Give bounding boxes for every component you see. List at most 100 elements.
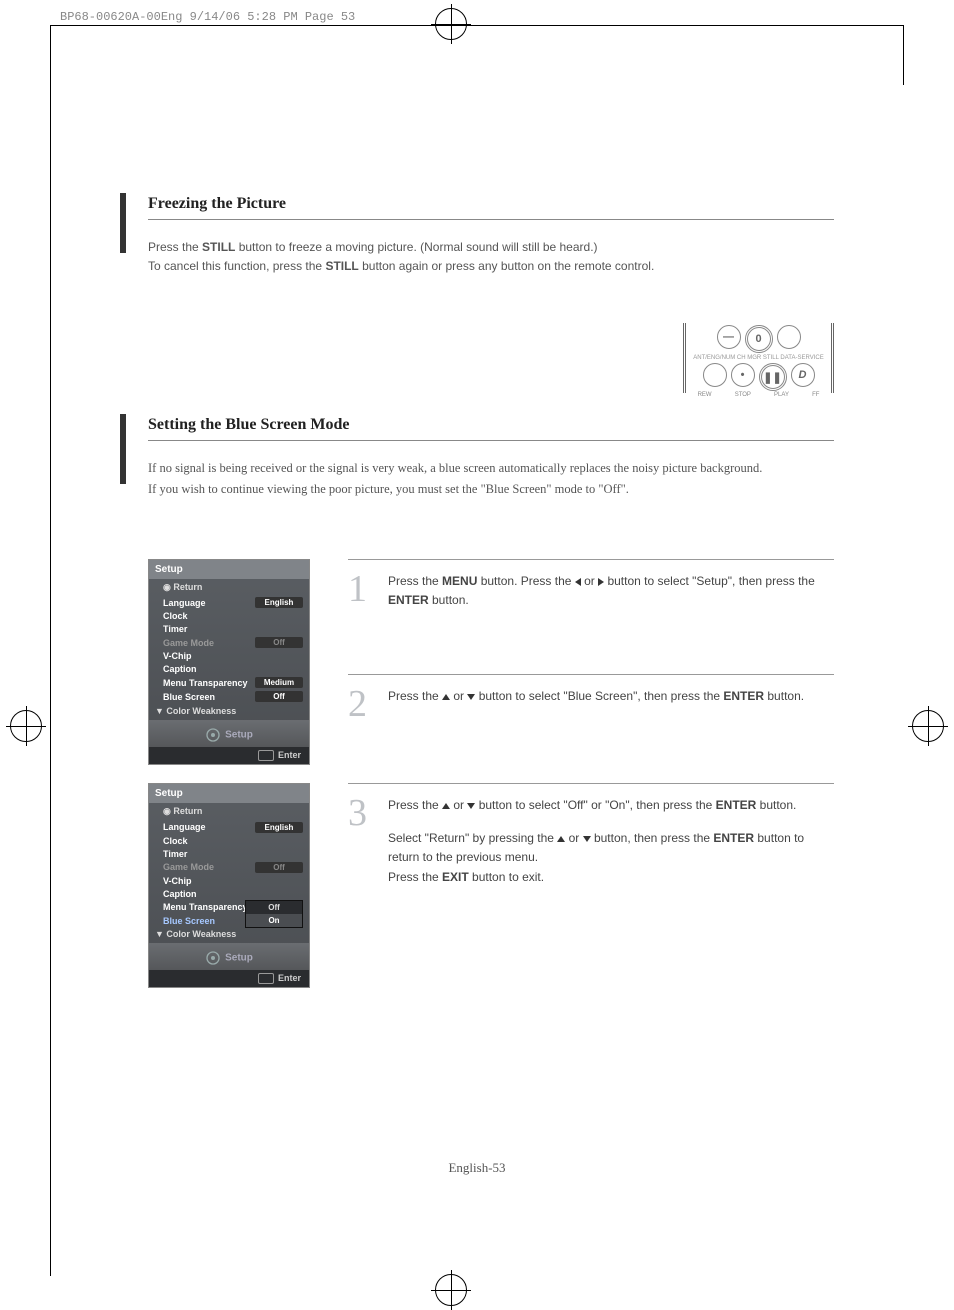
bold-still: STILL <box>325 259 358 273</box>
t: or <box>581 574 598 588</box>
step-number: 1 <box>348 572 374 624</box>
remote-diagram: — 0 ANT/ENG/NUM CH MGR STILL DATA-SERVIC… <box>683 323 834 393</box>
osd-title: Setup <box>149 784 309 803</box>
freezing-para-1: Press the STILL button to freeze a movin… <box>148 238 834 257</box>
value: Off <box>255 862 303 873</box>
remote-btn-still: ❚❚ <box>759 363 787 391</box>
up-arrow-icon <box>442 694 450 700</box>
heading-text: Freezing the Picture <box>148 195 286 212</box>
osd-row-vchip: V-Chip <box>149 874 309 887</box>
osd-row-clock: Clock <box>149 834 309 847</box>
osd-setup-menu-1: Setup ◉ Return LanguageEnglish Clock Tim… <box>148 559 310 765</box>
osd-title: Setup <box>149 560 309 579</box>
remote-btn-data: D <box>791 363 815 387</box>
t: button. <box>756 798 796 812</box>
registration-mark-left <box>10 710 42 742</box>
t: button. <box>764 689 804 703</box>
bold-enter: ENTER <box>713 831 754 845</box>
osd-return-label: Return <box>173 806 202 816</box>
label: Timer <box>163 849 187 859</box>
t: button. Press the <box>477 574 574 588</box>
t: Press the <box>388 870 442 884</box>
bluescreen-intro-1: If no signal is being received or the si… <box>148 459 834 478</box>
label-stop: STOP <box>735 392 751 398</box>
osd-return: ◉ Return <box>149 579 309 596</box>
osd-row-bluescreen: Blue Screen Off <box>149 690 309 704</box>
remote-btn-zero: 0 <box>745 325 773 353</box>
t: or <box>450 798 467 812</box>
osd-enter-bar: Enter <box>149 970 309 987</box>
label: Blue Screen <box>163 692 215 702</box>
bold-menu: MENU <box>442 574 477 588</box>
osd-popup: Off On <box>245 900 303 928</box>
bold-enter: ENTER <box>388 593 429 607</box>
t: button. <box>429 593 469 607</box>
t: button to select "Blue Screen", then pre… <box>475 689 723 703</box>
text: button to freeze a moving picture. (Norm… <box>235 240 597 254</box>
section-heading-freezing: Freezing the Picture <box>148 195 834 220</box>
label: Blue Screen <box>163 916 215 926</box>
crop-mark-left <box>50 25 51 1276</box>
osd-more: ▼ Color Weakness <box>149 927 309 941</box>
label: Menu Transparency <box>163 678 248 688</box>
step-2: 2 Press the or button to select "Blue Sc… <box>348 674 834 721</box>
label: Game Mode <box>163 862 214 872</box>
remote-bottom-labels: REW STOP PLAY FF <box>686 392 831 398</box>
osd-row-vchip: V-Chip <box>149 650 309 663</box>
text: To cancel this function, press the <box>148 259 325 273</box>
t: or <box>450 689 467 703</box>
osd-footer: Setup <box>149 720 309 747</box>
enter-label: Enter <box>278 973 301 983</box>
section-heading-bluescreen: Setting the Blue Screen Mode <box>148 416 834 441</box>
t: button to exit. <box>469 870 544 884</box>
label: Menu Transparency <box>163 902 248 912</box>
osd-more: ▼ Color Weakness <box>149 704 309 718</box>
page-content: Freezing the Picture Press the STILL but… <box>120 185 834 1006</box>
step-number: 3 <box>348 796 374 901</box>
osd-return: ◉ Return <box>149 803 309 820</box>
label: Game Mode <box>163 638 214 648</box>
popup-on-selected: On <box>246 914 302 927</box>
osd-row-menutrans: Menu TransparencyMedium <box>149 676 309 690</box>
osd-row-timer: Timer <box>149 847 309 860</box>
step-3: 3 Press the or button to select "Off" or… <box>348 783 834 901</box>
t: button to select "Setup", then press the <box>604 574 815 588</box>
label: Timer <box>163 624 187 634</box>
enter-icon <box>258 750 274 761</box>
step-text: Press the or button to select "Blue Scre… <box>388 687 804 721</box>
osd-footer-label: Setup <box>225 953 253 964</box>
osd-return-label: Return <box>173 582 202 592</box>
t: Press the <box>388 574 442 588</box>
osd-row-gamemode: Game Mode Off <box>149 860 309 874</box>
value: Off <box>255 691 303 702</box>
freezing-para-2: To cancel this function, press the STILL… <box>148 257 834 276</box>
osd-row-clock: Clock <box>149 610 309 623</box>
label-play: PLAY <box>774 392 789 398</box>
osd-row-language: Language English <box>149 820 309 834</box>
osd-row-caption: Caption <box>149 663 309 676</box>
label: V-Chip <box>163 651 192 661</box>
label: Clock <box>163 836 188 846</box>
crop-mark-top <box>50 0 904 26</box>
value: Off <box>255 637 303 648</box>
t: button, then press the <box>591 831 714 845</box>
t: or <box>565 831 582 845</box>
osd-row-gamemode: Game Mode Off <box>149 636 309 650</box>
osd-enter-bar: Enter <box>149 747 309 764</box>
value: English <box>255 822 303 833</box>
remote-btn-rew <box>703 363 727 387</box>
label-ff: FF <box>812 392 819 398</box>
heading-text: Setting the Blue Screen Mode <box>148 416 349 433</box>
registration-mark-top <box>435 8 467 40</box>
up-arrow-icon <box>442 803 450 809</box>
enter-label: Enter <box>278 750 301 760</box>
osd-row-language: LanguageEnglish <box>149 596 309 610</box>
osd-footer-label: Setup <box>225 729 253 740</box>
t: Select "Return" by pressing the <box>388 831 557 845</box>
gear-icon <box>205 727 221 743</box>
label: Caption <box>163 664 197 674</box>
registration-mark-bottom <box>435 1274 467 1306</box>
label: Language <box>163 822 206 832</box>
step-text: Press the MENU button. Press the or butt… <box>388 572 834 624</box>
bold-enter: ENTER <box>723 689 764 703</box>
